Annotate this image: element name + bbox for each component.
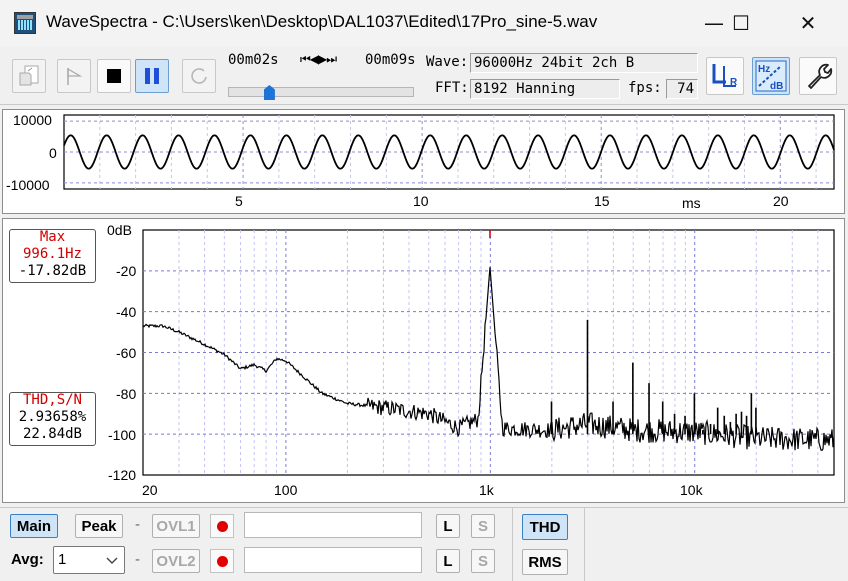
dash-separator: - — [135, 517, 141, 533]
avg-value: 1 — [58, 551, 67, 568]
wave-y-tick: 0 — [49, 145, 57, 161]
open-file-icon — [19, 65, 39, 86]
svg-text:Hz: Hz — [758, 64, 770, 75]
fft-label: FFT: — [435, 80, 469, 96]
ovl1-load-button[interactable]: L — [436, 514, 460, 538]
toolbar: 00m02s ⏮◀▶⏭ 00m09s Wave: 96000Hz 24bit 2… — [0, 47, 848, 105]
time-start: 00m02s — [228, 52, 279, 68]
record-dot-icon — [216, 520, 228, 532]
pause-icon — [145, 68, 159, 84]
sn-value: 22.84dB — [22, 426, 82, 442]
app-icon[interactable] — [14, 12, 36, 34]
fps-label: fps: — [628, 80, 662, 96]
spec-x-tick: 20 — [142, 482, 158, 498]
record-dot-icon — [216, 555, 228, 567]
bottom-controls: Main Peak - OVL1 L S Avg: 1 - OVL2 L S T… — [0, 507, 848, 581]
chevron-down-icon — [106, 557, 118, 564]
thd-title: THD,S/N — [22, 392, 82, 408]
divider — [512, 508, 513, 581]
spec-x-tick: 10k — [680, 482, 703, 498]
svg-text:dB: dB — [770, 81, 783, 92]
rms-button[interactable]: RMS — [522, 549, 568, 575]
max-frequency: 996.1Hz — [22, 246, 82, 262]
loop-icon — [191, 68, 207, 84]
transport-buttons[interactable]: ⏮◀▶⏭ — [300, 52, 337, 67]
spec-x-tick: 100 — [274, 482, 298, 498]
spec-x-tick: 1k — [479, 482, 494, 498]
avg-select[interactable]: 1 — [53, 546, 125, 574]
wave-y-tick: 10000 — [13, 112, 52, 128]
open-file-button[interactable] — [12, 59, 46, 93]
position-slider-track[interactable] — [228, 87, 414, 97]
main-button[interactable]: Main — [10, 514, 58, 538]
ovl1-record-button[interactable] — [210, 514, 234, 538]
time-end: 00m09s — [365, 52, 416, 68]
ovl2-name-field[interactable] — [244, 547, 422, 573]
spec-y-tick: -40 — [116, 304, 137, 320]
hz-db-scale-icon: HzdB — [755, 60, 787, 92]
thd-info-panel: THD,S/N 2.93658% 22.84dB — [9, 392, 96, 446]
ovl2-button[interactable]: OVL2 — [152, 549, 200, 573]
svg-text:R: R — [730, 77, 738, 88]
dash-separator: - — [135, 552, 141, 568]
spectrum-panel: 0dB -20 -40 -60 -80 -100 -120 20 100 1k … — [2, 218, 845, 503]
wrench-icon — [808, 63, 833, 89]
max-info-panel: Max 996.1Hz -17.82dB — [9, 229, 96, 283]
thd-button[interactable]: THD — [522, 514, 568, 540]
wave-y-tick: -10000 — [6, 177, 50, 193]
fps-field: 74 — [666, 79, 698, 99]
spec-y-tick: 0dB — [107, 222, 132, 238]
spec-y-tick: -80 — [116, 386, 137, 402]
scale-hz-db-button[interactable]: Hz dB — [752, 57, 790, 95]
record-button[interactable] — [57, 59, 91, 93]
stop-icon — [107, 69, 121, 83]
ovl2-save-button[interactable]: S — [471, 549, 495, 573]
spec-y-tick: -100 — [108, 427, 137, 443]
avg-label: Avg: — [11, 551, 44, 568]
max-title: Max — [39, 229, 66, 245]
wave-x-tick: 10 — [413, 193, 429, 209]
maximize-button[interactable]: ☐ — [715, 0, 767, 46]
flag-icon — [67, 67, 83, 85]
stop-button[interactable] — [97, 59, 131, 93]
loop-button[interactable] — [182, 59, 216, 93]
divider — [584, 508, 585, 581]
fft-setting-field: 8192 Hanning — [470, 79, 620, 99]
ovl2-record-button[interactable] — [210, 549, 234, 573]
title-bar: WaveSpectra - C:\Users\ken\Desktop\DAL10… — [0, 0, 848, 47]
close-button[interactable]: ✕ — [782, 0, 834, 46]
max-level: -17.82dB — [18, 263, 87, 279]
spec-y-tick: -60 — [116, 345, 137, 361]
ovl1-button[interactable]: OVL1 — [152, 514, 200, 538]
wave-format-field: 96000Hz 24bit 2ch B — [470, 53, 698, 73]
wave-x-tick: 20 — [773, 193, 789, 209]
ovl1-name-field[interactable] — [244, 512, 422, 538]
ovl1-save-button[interactable]: S — [471, 514, 495, 538]
spec-y-tick: -120 — [108, 467, 137, 483]
wave-x-unit: ms — [682, 195, 701, 211]
channel-lr-button[interactable]: R — [706, 57, 744, 95]
wave-x-tick: 15 — [594, 193, 610, 209]
wave-x-tick: 5 — [235, 193, 243, 209]
pause-button[interactable] — [135, 59, 169, 93]
ovl2-load-button[interactable]: L — [436, 549, 460, 573]
peak-button[interactable]: Peak — [75, 514, 123, 538]
channel-lr-icon: R — [712, 64, 738, 88]
settings-button[interactable] — [799, 57, 837, 95]
window-title: WaveSpectra - C:\Users\ken\Desktop\DAL10… — [46, 12, 598, 31]
waveform-panel: 10000 0 -10000 5 10 15 ms 20 — [2, 109, 845, 214]
thd-value: 2.93658% — [18, 409, 87, 425]
wave-label: Wave: — [426, 54, 469, 70]
spec-y-tick: -20 — [116, 263, 137, 279]
